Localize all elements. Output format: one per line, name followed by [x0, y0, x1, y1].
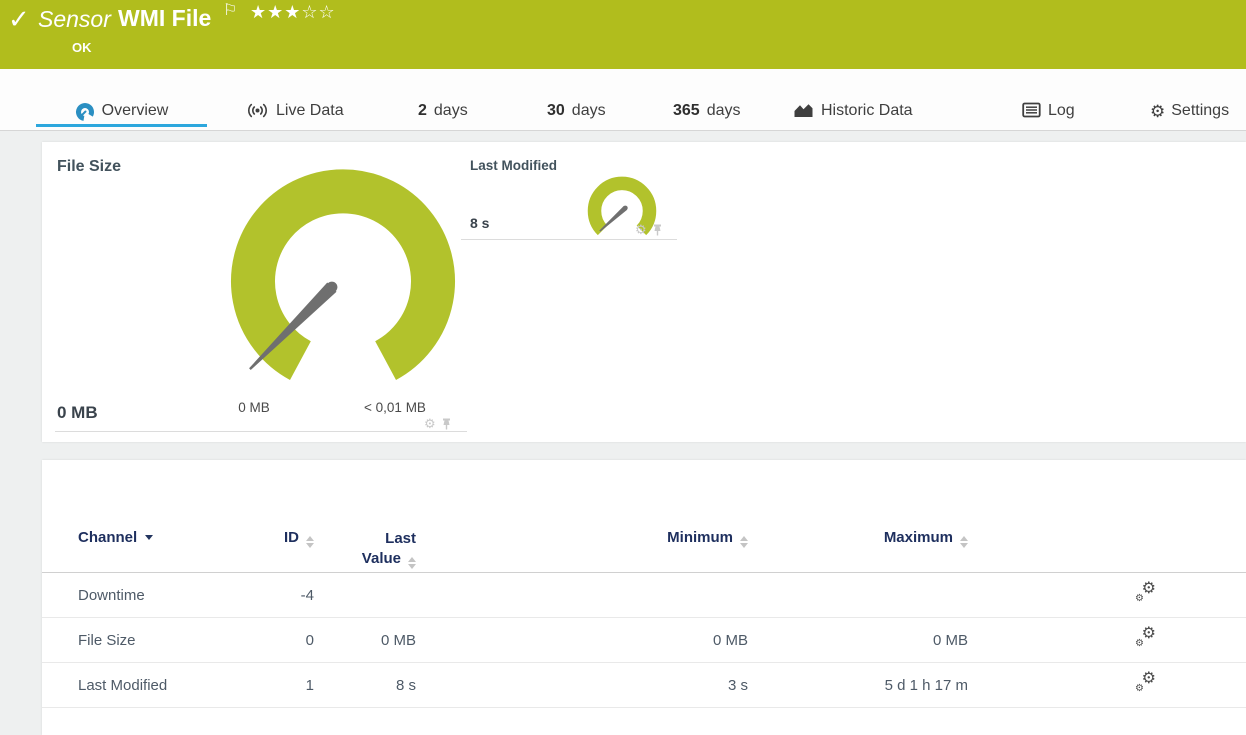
sort-icon [306, 536, 314, 548]
tab-30-days-unit: days [571, 102, 606, 119]
file-size-gauge-tools: ⚙ [424, 417, 452, 430]
tab-bar: Overview Live Data 2 days 30 days 365 days … [0, 69, 1246, 131]
gauge-settings-icon[interactable]: ⚙ [424, 417, 436, 430]
gauge-settings-icon[interactable]: ⚙ [635, 223, 647, 236]
tab-30-days-number: 30 [547, 102, 565, 119]
channel-minimum: 0 MB [712, 631, 748, 649]
tab-365-days-unit: days [706, 102, 741, 119]
tab-log-label: Log [1048, 102, 1075, 119]
tab-30-days[interactable]: 30 days [547, 69, 606, 130]
tab-settings-label: Settings [1171, 102, 1230, 119]
channels-panel: Channel ID Last Value Minimum Maximum Do… [42, 460, 1246, 735]
pin-icon[interactable] [441, 418, 452, 430]
table-row-file-size: File Size 0 0 MB 0 MB 0 MB ⚙ ⚙ [42, 618, 1246, 663]
stars-empty: ☆☆ [301, 2, 336, 22]
sensor-title: WMI File [118, 5, 212, 31]
prtg-sensor-page: ✓ Sensor WMI File ⚐ ★★★☆☆ OK Overview Li… [0, 0, 1246, 735]
active-tab-indicator [36, 124, 207, 127]
last-modified-gauge-tools: ⚙ [635, 223, 663, 236]
file-size-gauge-arc [231, 169, 455, 380]
tab-historic-data-label: Historic Data [821, 102, 913, 119]
table-row-downtime: Downtime -4 ⚙ ⚙ [42, 573, 1246, 618]
channel-name: Downtime [78, 586, 145, 604]
table-row-last-modified: Last Modified 1 8 s 3 s 5 d 1 h 17 m ⚙ ⚙ [42, 663, 1246, 708]
channel-minimum: 3 s [727, 676, 748, 694]
tab-live-data[interactable]: Live Data [246, 69, 344, 130]
column-header-id[interactable]: ID [272, 529, 314, 572]
channel-id: -4 [300, 586, 314, 604]
file-size-block-divider [55, 431, 467, 432]
file-size-gauge-max-label: < 0,01 MB [364, 400, 426, 415]
priority-stars[interactable]: ★★★☆☆ [250, 2, 336, 23]
tab-log[interactable]: Log [1022, 69, 1075, 130]
broadcast-icon [248, 103, 267, 118]
last-modified-current-value: 8 s [470, 215, 490, 231]
tab-historic-data[interactable]: Historic Data [793, 69, 913, 130]
tab-365-days[interactable]: 365 days [673, 69, 741, 130]
sort-desc-icon [145, 535, 154, 540]
channel-settings-icon[interactable]: ⚙ ⚙ [1135, 670, 1156, 693]
tab-2-days[interactable]: 2 days [418, 69, 468, 130]
tab-overview[interactable]: Overview [36, 69, 207, 130]
file-size-current-value: 0 MB [57, 403, 98, 422]
column-header-minimum[interactable]: Minimum [416, 529, 748, 572]
sort-icon [740, 536, 748, 548]
file-size-gauge-needle [249, 282, 337, 370]
status-ok-check-icon: ✓ [8, 4, 30, 34]
column-header-last-value[interactable]: Last Value [314, 529, 416, 572]
tab-live-data-label: Live Data [276, 102, 344, 119]
channel-id: 1 [305, 676, 314, 694]
sensor-status-header: ✓ Sensor WMI File ⚐ ★★★☆☆ OK [0, 0, 1246, 69]
pin-icon[interactable] [652, 224, 663, 236]
column-header-channel[interactable]: Channel [42, 529, 272, 572]
tab-2-days-number: 2 [418, 102, 427, 119]
sensor-status-text: OK [72, 40, 92, 55]
channel-last-value: 0 MB [380, 631, 416, 649]
channel-last-value: 8 s [395, 676, 416, 694]
channel-name: Last Modified [78, 676, 168, 694]
last-modified-block-divider [461, 239, 677, 240]
sort-icon [960, 536, 968, 548]
last-modified-gauge-needle [599, 206, 627, 232]
tab-2-days-unit: days [433, 102, 468, 119]
file-size-gauge-title: File Size [57, 158, 122, 175]
stars-filled: ★★★ [250, 2, 302, 22]
channels-table: Channel ID Last Value Minimum Maximum Do… [42, 500, 1246, 708]
channel-settings-icon[interactable]: ⚙ ⚙ [1135, 625, 1156, 648]
channel-name: File Size [78, 631, 136, 649]
column-header-maximum[interactable]: Maximum [748, 529, 968, 572]
tab-overview-label: Overview [101, 102, 169, 119]
area-chart-icon [794, 104, 813, 117]
table-header-row: Channel ID Last Value Minimum Maximum [42, 500, 1246, 573]
channel-maximum: 5 d 1 h 17 m [884, 676, 968, 694]
channel-maximum: 0 MB [932, 631, 968, 649]
channel-settings-icon[interactable]: ⚙ ⚙ [1135, 580, 1156, 603]
channel-id: 0 [305, 631, 314, 649]
sort-icon [408, 557, 416, 570]
log-list-icon [1022, 102, 1041, 118]
tab-settings[interactable]: ⚙ Settings [1150, 69, 1229, 130]
gauge-graphics [231, 169, 657, 380]
gauges-panel: File Size Last Modified 0 MB < 0,01 MB 0… [42, 142, 1246, 442]
flag-icon[interactable]: ⚐ [223, 0, 237, 20]
last-modified-gauge-title: Last Modified [470, 158, 557, 173]
file-size-gauge-min-label: 0 MB [238, 400, 270, 415]
sensor-kind-label: Sensor [38, 6, 111, 32]
gauge-icon [75, 103, 94, 121]
tab-365-days-number: 365 [673, 102, 700, 119]
settings-gear-icon: ⚙ [1150, 102, 1166, 121]
